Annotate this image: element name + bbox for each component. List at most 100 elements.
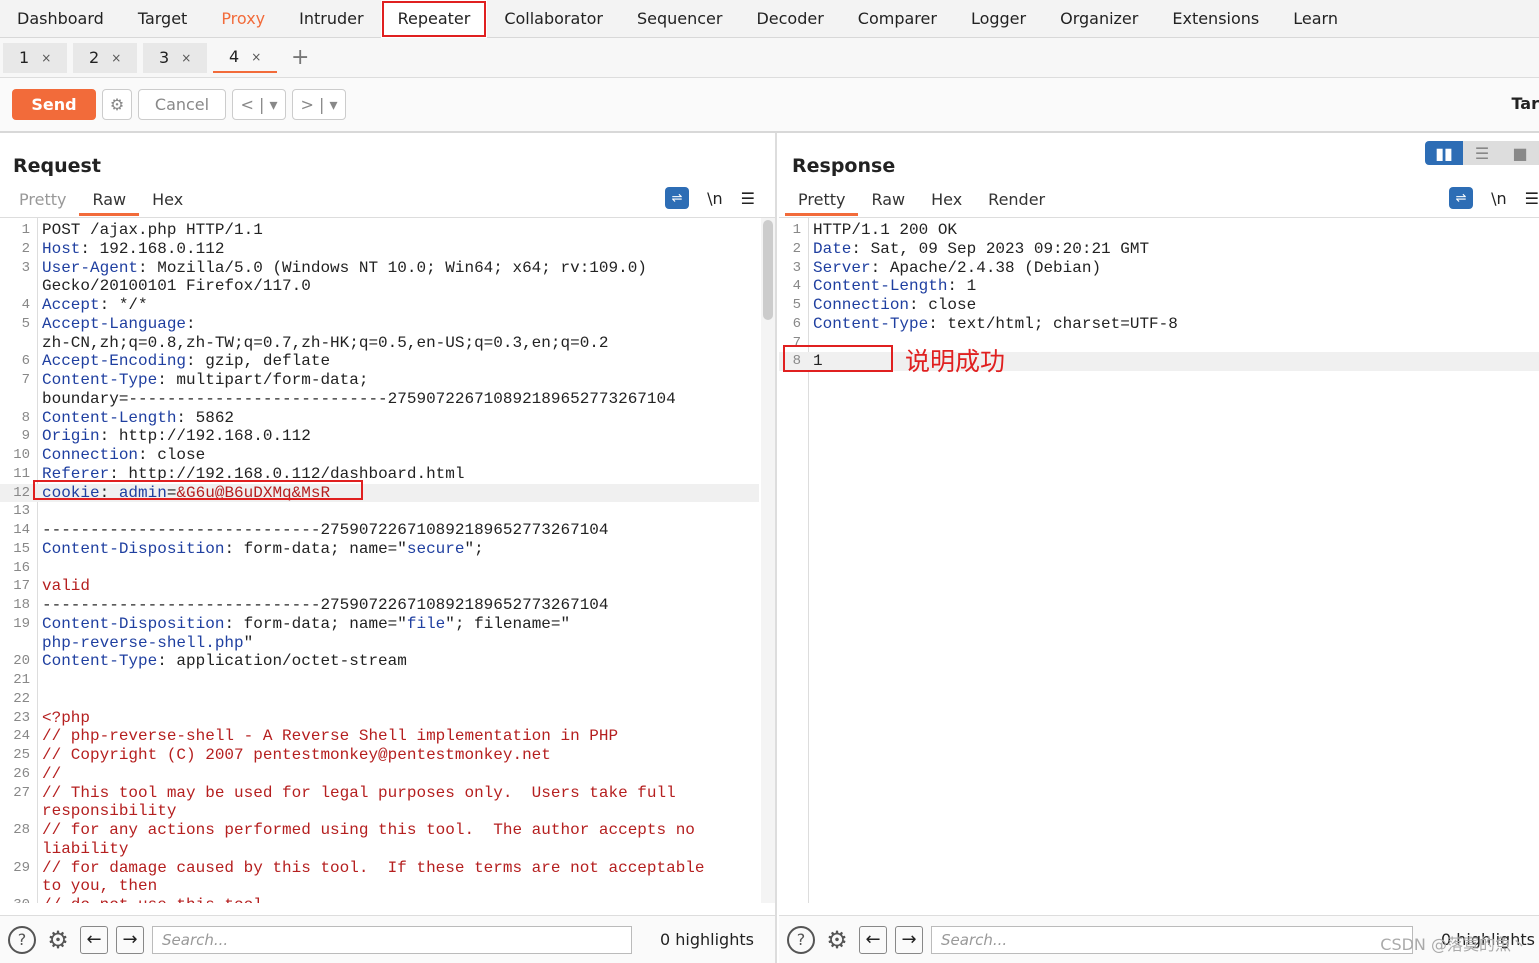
code-line: 28 // for any actions performed using thi… xyxy=(0,821,759,840)
line-number xyxy=(0,334,34,353)
nav-tab-comparer[interactable]: Comparer xyxy=(841,0,954,38)
back-history-button[interactable]: < | ▾ xyxy=(232,89,286,120)
nav-tab-collaborator[interactable]: Collaborator xyxy=(487,0,620,38)
line-number: 11 xyxy=(13,465,30,482)
nav-tab-target[interactable]: Target xyxy=(121,0,205,38)
code-token: Accept-Language xyxy=(42,314,187,333)
code-token: // Copyright (C) 2007 pentestmonkey@pent… xyxy=(42,746,551,764)
line-number: 26 xyxy=(13,765,30,782)
code-token: Date xyxy=(813,239,852,258)
view-tab-raw[interactable]: Raw xyxy=(79,188,140,216)
line-content: Content-Disposition: form-data; name="fi… xyxy=(34,615,570,634)
code-line: 21 xyxy=(0,671,759,690)
next-match-button[interactable]: → xyxy=(895,925,923,954)
code-line: 16 xyxy=(0,559,759,578)
scrollbar[interactable] xyxy=(761,218,775,903)
code-line: 4 Content-Length: 1 xyxy=(779,277,1539,296)
help-icon[interactable]: ? xyxy=(787,925,815,954)
close-icon[interactable]: × xyxy=(251,50,261,64)
add-tab-icon[interactable]: + xyxy=(291,45,309,70)
line-number: 21 xyxy=(13,672,30,688)
line-number: 24 xyxy=(13,728,30,745)
tab-label: 4 xyxy=(229,47,240,66)
code-token: User-Agent xyxy=(42,258,139,277)
line-number: 12 xyxy=(13,484,30,501)
nav-tab-extensions[interactable]: Extensions xyxy=(1155,0,1276,38)
code-token: secure xyxy=(406,539,465,558)
repeater-tab-2[interactable]: 2 × xyxy=(73,42,137,73)
word-wrap-icon[interactable]: ⇌ xyxy=(1449,187,1474,209)
nav-tab-organizer[interactable]: Organizer xyxy=(1043,0,1155,38)
next-match-button[interactable]: → xyxy=(116,925,144,954)
nav-tab-intruder[interactable]: Intruder xyxy=(282,0,380,38)
view-tab-hex[interactable]: Hex xyxy=(918,188,975,216)
single-pane-icon[interactable]: ■ xyxy=(1501,141,1539,165)
line-content: Date: Sat, 09 Sep 2023 09:20:21 GMT xyxy=(805,240,1149,259)
menu-icon[interactable]: ☰ xyxy=(1525,189,1539,208)
annotation-text: 说明成功 xyxy=(905,347,1006,376)
code-line: 20 Content-Type: application/octet-stream xyxy=(0,652,759,671)
code-token: : application/octet-stream xyxy=(157,652,407,671)
nav-tab-dashboard[interactable]: Dashboard xyxy=(0,0,121,38)
gear-icon[interactable]: ⚙ xyxy=(823,926,851,954)
line-number: 13 xyxy=(13,503,30,520)
newline-icon[interactable]: \n xyxy=(707,189,723,208)
view-tab-raw[interactable]: Raw xyxy=(858,188,918,216)
close-icon[interactable]: × xyxy=(41,51,51,65)
response-editor[interactable]: 1 HTTP/1.1 200 OK 2 Date: Sat, 09 Sep 2023 … xyxy=(779,217,1539,903)
settings-gear-icon[interactable]: ⚙ xyxy=(102,89,132,120)
prev-match-button[interactable]: ← xyxy=(859,925,887,954)
code-token: Content-Length xyxy=(813,277,948,296)
view-tab-render[interactable]: Render xyxy=(975,188,1058,216)
line-number xyxy=(0,840,34,859)
line-number: 3 xyxy=(792,259,801,276)
request-editor[interactable]: 1 POST /ajax.php HTTP/1.1 2 Host: 192.168.0… xyxy=(0,217,775,903)
nav-tab-proxy[interactable]: Proxy xyxy=(204,0,282,38)
code-line: 2 Host: 192.168.0.112 xyxy=(0,240,759,259)
code-token: : http://192.168.0.112 xyxy=(99,427,311,446)
code-token: : */* xyxy=(99,296,148,314)
line-content: // xyxy=(34,765,61,784)
code-token: "; filename=" xyxy=(445,614,571,633)
nav-tab-learn[interactable]: Learn xyxy=(1276,0,1355,38)
nav-tab-logger[interactable]: Logger xyxy=(954,0,1043,38)
nav-tab-decoder[interactable]: Decoder xyxy=(739,0,840,38)
prev-match-button[interactable]: ← xyxy=(80,925,108,954)
code-line: 7 xyxy=(779,334,1539,353)
help-icon[interactable]: ? xyxy=(8,925,36,954)
nav-tab-repeater[interactable]: Repeater xyxy=(380,0,488,38)
view-tab-pretty[interactable]: Pretty xyxy=(6,188,79,216)
search-input[interactable]: Search... xyxy=(931,925,1413,954)
split-horizontal-icon[interactable]: ▮▮ xyxy=(1425,141,1463,165)
code-token: liability xyxy=(42,839,129,858)
view-tab-pretty[interactable]: Pretty xyxy=(785,188,859,216)
cancel-button[interactable]: Cancel xyxy=(138,89,226,120)
repeater-tab-4[interactable]: 4 × xyxy=(213,42,277,73)
view-tab-hex[interactable]: Hex xyxy=(139,188,196,216)
code-token: php-reverse-shell.php xyxy=(42,633,244,652)
close-icon[interactable]: × xyxy=(111,51,121,65)
line-content: Content-Disposition: form-data; name="se… xyxy=(34,540,484,559)
newline-icon[interactable]: \n xyxy=(1491,189,1507,208)
response-pane: Response ▮▮ ☰ ■ Pretty Raw Hex Render ⇌ \n … xyxy=(779,133,1539,963)
gear-icon[interactable]: ⚙ xyxy=(44,926,72,954)
line-number: 7 xyxy=(21,372,30,388)
search-input[interactable]: Search... xyxy=(152,925,632,954)
line-number: 20 xyxy=(13,653,30,670)
repeater-tab-3[interactable]: 3 × xyxy=(143,42,207,73)
code-line: Gecko/20100101 Firefox/117.0 xyxy=(0,277,759,296)
target-label[interactable]: Tar xyxy=(1511,94,1539,113)
line-content: liability xyxy=(34,840,128,859)
code-token: : 1 xyxy=(947,277,977,296)
menu-icon[interactable]: ☰ xyxy=(741,189,755,208)
nav-tab-sequencer[interactable]: Sequencer xyxy=(620,0,740,38)
code-line: 3 Server: Apache/2.4.38 (Debian) xyxy=(779,259,1539,278)
line-content: Content-Type: multipart/form-data; xyxy=(34,371,368,390)
send-button[interactable]: Send xyxy=(12,89,96,120)
repeater-tab-1[interactable]: 1 × xyxy=(3,42,67,73)
word-wrap-icon[interactable]: ⇌ xyxy=(665,187,690,209)
forward-history-button[interactable]: > | ▾ xyxy=(292,89,346,120)
close-icon[interactable]: × xyxy=(181,51,191,65)
split-vertical-icon[interactable]: ☰ xyxy=(1463,141,1501,165)
line-content: valid xyxy=(34,577,90,596)
